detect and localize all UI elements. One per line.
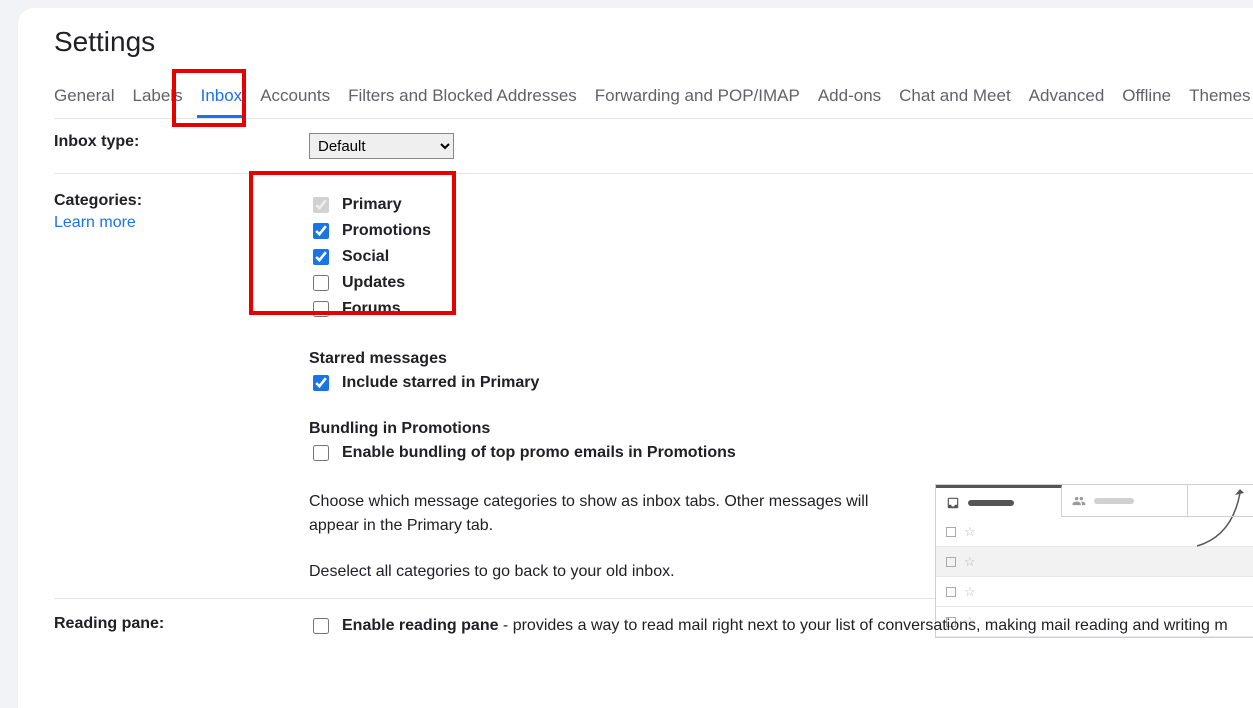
category-checkbox-primary bbox=[313, 197, 329, 213]
tab-labels[interactable]: Labels bbox=[132, 78, 182, 118]
section-categories: Categories: Learn more Primary Promotions… bbox=[54, 174, 1253, 599]
tab-inbox[interactable]: Inbox bbox=[201, 78, 243, 118]
include-starred-checkbox[interactable] bbox=[313, 375, 329, 391]
category-label-social: Social bbox=[342, 246, 389, 268]
categories-list: Primary Promotions Social Updates Forums bbox=[309, 192, 1253, 320]
reading-pane-label: Reading pane: bbox=[54, 615, 309, 641]
inbox-type-select[interactable]: Default bbox=[309, 133, 454, 159]
section-inbox-type: Inbox type: Default bbox=[54, 119, 1253, 174]
category-checkbox-social[interactable] bbox=[313, 249, 329, 265]
learn-more-link[interactable]: Learn more bbox=[54, 214, 309, 232]
category-label-forums: Forums bbox=[342, 298, 401, 320]
tab-filters-and-blocked-addresses[interactable]: Filters and Blocked Addresses bbox=[348, 78, 577, 118]
tab-add-ons[interactable]: Add-ons bbox=[818, 78, 881, 118]
tab-offline[interactable]: Offline bbox=[1122, 78, 1171, 118]
tab-themes[interactable]: Themes bbox=[1189, 78, 1250, 118]
page-title: Settings bbox=[54, 26, 1253, 58]
tab-forwarding-and-pop-imap[interactable]: Forwarding and POP/IMAP bbox=[595, 78, 800, 118]
people-icon bbox=[1072, 494, 1086, 508]
reading-pane-checkbox[interactable] bbox=[313, 618, 329, 634]
categories-label: Categories: Learn more bbox=[54, 192, 309, 584]
category-label-updates: Updates bbox=[342, 272, 405, 294]
category-checkbox-promotions[interactable] bbox=[313, 223, 329, 239]
tab-chat-and-meet[interactable]: Chat and Meet bbox=[899, 78, 1011, 118]
category-label-promotions: Promotions bbox=[342, 220, 431, 242]
categories-help-2: Deselect all categories to go back to yo… bbox=[309, 560, 899, 584]
include-starred-label: Include starred in Primary bbox=[342, 372, 539, 394]
tab-accounts[interactable]: Accounts bbox=[260, 78, 330, 118]
settings-tabs: General Labels Inbox Accounts Filters and Bl… bbox=[54, 78, 1253, 119]
inbox-type-label: Inbox type: bbox=[54, 133, 309, 159]
category-label-primary: Primary bbox=[342, 194, 402, 216]
category-checkbox-forums[interactable] bbox=[313, 301, 329, 317]
bundling-checkbox[interactable] bbox=[313, 445, 329, 461]
reading-pane-text: Enable reading pane - provides a way to … bbox=[342, 615, 1228, 637]
category-checkbox-updates[interactable] bbox=[313, 275, 329, 291]
categories-label-text: Categories: bbox=[54, 192, 142, 209]
tab-general[interactable]: General bbox=[54, 78, 114, 118]
categories-help-1: Choose which message categories to show … bbox=[309, 490, 899, 538]
reading-pane-desc: - provides a way to read mail right next… bbox=[498, 617, 1227, 634]
bundling-heading: Bundling in Promotions bbox=[309, 420, 1253, 438]
tab-advanced[interactable]: Advanced bbox=[1029, 78, 1105, 118]
bundling-label: Enable bundling of top promo emails in P… bbox=[342, 442, 736, 464]
reading-pane-chk-label: Enable reading pane bbox=[342, 617, 498, 634]
inbox-icon bbox=[946, 496, 960, 510]
starred-heading: Starred messages bbox=[309, 350, 1253, 368]
